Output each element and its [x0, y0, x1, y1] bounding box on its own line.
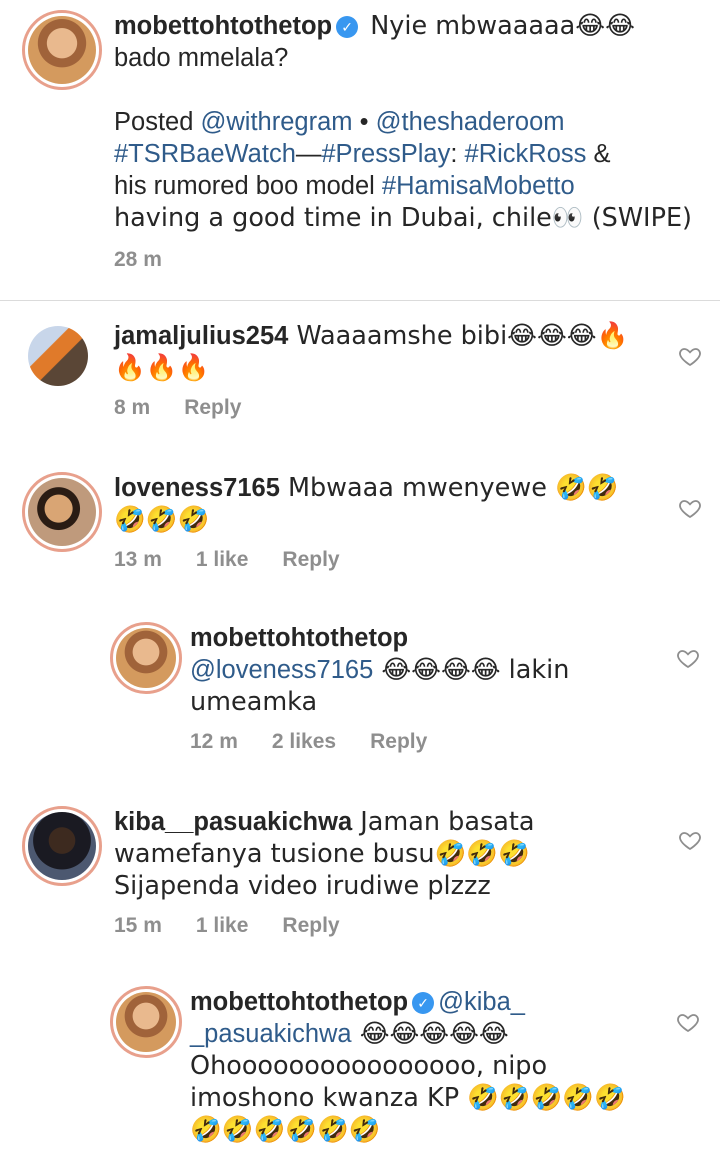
heart-outline-icon[interactable] [676, 1010, 700, 1034]
avatar-image [28, 16, 96, 84]
ampersand: & [586, 140, 611, 168]
mention-withregram[interactable]: @withregram [200, 108, 352, 136]
comment-likes[interactable]: 1 like [196, 548, 249, 571]
hashtag-tsrbaewatch[interactable]: #TSRBaeWatch [114, 140, 296, 168]
comment-text: loveness7165 Mbwaaa mwenyewe 🤣🤣🤣🤣🤣 [114, 472, 644, 536]
caption-mid: his rumored boo model [114, 172, 382, 200]
avatar[interactable] [22, 320, 94, 392]
comment-text: jamaljulius254 Waaaamshe bibi😂😂😂🔥🔥🔥🔥 [114, 320, 644, 384]
reply-username[interactable]: mobettohtothetop [190, 988, 408, 1016]
avatar[interactable] [22, 806, 102, 886]
comment-meta: 8 m Reply [114, 396, 712, 420]
caption-meta: 28 m [114, 248, 702, 272]
reply-button[interactable]: Reply [370, 730, 427, 753]
heart-outline-icon[interactable] [678, 344, 702, 368]
caption-text: mobettohtothetop ✓ Nyie mbwaaaaa😂😂 bado m… [114, 10, 702, 234]
comment-username[interactable]: kiba__pasuakichwa [114, 808, 352, 836]
comment-time: 8 m [114, 396, 151, 419]
avatar-image [28, 326, 88, 386]
comment-username[interactable]: jamaljulius254 [114, 322, 288, 350]
avatar-image [28, 478, 96, 546]
divider [0, 300, 720, 301]
reply-username[interactable]: mobettohtothetop [190, 624, 408, 652]
verified-icon: ✓ [412, 992, 435, 1014]
heart-outline-icon[interactable] [678, 828, 702, 852]
reply-button[interactable]: Reply [282, 548, 339, 571]
avatar-image [116, 628, 176, 688]
heart-outline-icon[interactable] [676, 646, 700, 670]
comment-time: 15 m [114, 914, 162, 937]
reply-mention[interactable]: @loveness7165 [190, 656, 373, 684]
comment-meta: 15 m 1 like Reply [114, 914, 712, 938]
reply-time: 12 m [190, 730, 238, 753]
comment-likes[interactable]: 1 like [196, 914, 249, 937]
reply-comment: mobettohtothetop ✓ @kiba_ _pasuakichwa 😂😂😂… [110, 986, 710, 1146]
hashtag-hamisamobetto[interactable]: #HamisaMobetto [382, 172, 575, 200]
post-caption: mobettohtothetop ✓ Nyie mbwaaaaa😂😂 bado m… [22, 10, 702, 272]
bullet: • [352, 108, 376, 136]
comment-time: 13 m [114, 548, 162, 571]
caption-username[interactable]: mobettohtothetop [114, 12, 332, 40]
mention-theshaderoom[interactable]: @theshaderoom [376, 108, 565, 136]
avatar[interactable] [22, 472, 102, 552]
caption-end: having a good time in Dubai, chile👀 (SWI… [114, 203, 693, 233]
reply-meta: 12 m 2 likes Reply [190, 730, 710, 754]
caption-posted-prefix: Posted [114, 108, 201, 136]
dash: — [295, 140, 322, 168]
hashtag-rickross[interactable]: #RickRoss [465, 140, 587, 168]
comment: loveness7165 Mbwaaa mwenyewe 🤣🤣🤣🤣🤣 13 m1… [22, 472, 712, 572]
reply-text: mobettohtothetop @loveness7165 😂😂😂😂 laki… [190, 622, 630, 718]
avatar-image [116, 992, 176, 1052]
reply-text: mobettohtothetop ✓ @kiba_ _pasuakichwa 😂😂😂… [190, 986, 630, 1146]
hashtag-pressplay[interactable]: #PressPlay [321, 140, 450, 168]
caption-line1: Nyie mbwaaaaa😂😂 [362, 11, 635, 41]
verified-icon: ✓ [336, 16, 359, 38]
heart-outline-icon[interactable] [678, 496, 702, 520]
reply-button[interactable]: Reply [184, 396, 241, 419]
comment: jamaljulius254 Waaaamshe bibi😂😂😂🔥🔥🔥🔥 8 m… [22, 320, 712, 420]
reply-likes[interactable]: 2 likes [272, 730, 336, 753]
avatar[interactable] [110, 986, 182, 1058]
avatar[interactable] [22, 10, 102, 90]
caption-line2: bado mmelala? [114, 44, 289, 72]
avatar[interactable] [110, 622, 182, 694]
comment-username[interactable]: loveness7165 [114, 474, 280, 502]
comment: kiba__pasuakichwa Jaman basata wamefanya… [22, 806, 712, 938]
reply-comment: mobettohtothetop @loveness7165 😂😂😂😂 laki… [110, 622, 710, 754]
reply-button[interactable]: Reply [282, 914, 339, 937]
caption-time: 28 m [114, 248, 162, 271]
avatar-image [28, 812, 96, 880]
comment-text: kiba__pasuakichwa Jaman basata wamefanya… [114, 806, 644, 902]
comment-meta: 13 m 1 like Reply [114, 548, 712, 572]
colon: : [450, 140, 465, 168]
